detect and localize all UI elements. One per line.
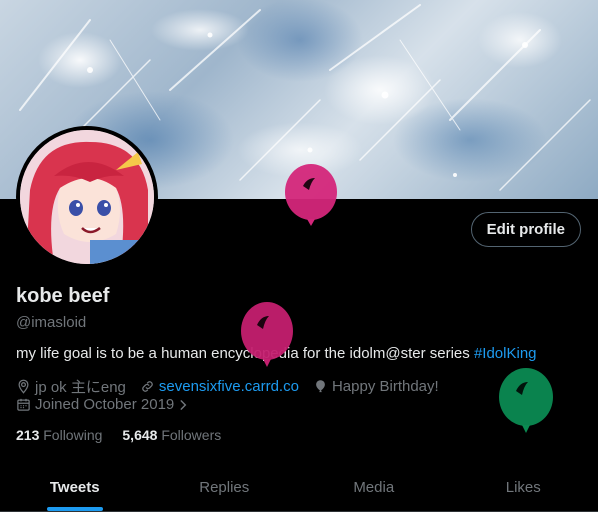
edit-profile-button[interactable]: Edit profile — [471, 212, 581, 247]
balloon-pink-1 — [283, 164, 339, 234]
following-count: 213 — [16, 427, 39, 443]
balloon-icon — [313, 379, 328, 394]
tab-likes-label: Likes — [506, 479, 541, 496]
user-handle: @imasloid — [16, 314, 86, 331]
following-label: Following — [43, 427, 102, 443]
calendar-icon — [16, 397, 31, 412]
display-name: kobe beef — [16, 285, 109, 308]
followers-count: 5,648 — [122, 427, 157, 443]
joined-item[interactable]: Joined October 2019 — [16, 396, 194, 413]
tab-tweets[interactable]: Tweets — [0, 464, 150, 511]
website-item[interactable]: sevensixfive.carrd.co — [140, 378, 299, 395]
tab-replies-label: Replies — [199, 479, 249, 496]
balloon-green — [497, 367, 555, 439]
follow-stats: 213 Following 5,648 Followers — [16, 427, 241, 443]
following-stat[interactable]: 213 Following — [16, 427, 102, 443]
profile-tabs: Tweets Replies Media Likes — [0, 464, 598, 512]
balloon-pink-2 — [239, 301, 295, 371]
bio-hashtag[interactable]: #IdolKing — [474, 345, 537, 362]
profile-meta-row-1: jp ok 主にeng sevensixfive.carrd.co Happy … — [16, 376, 453, 397]
tab-tweets-label: Tweets — [50, 479, 100, 496]
tab-media[interactable]: Media — [299, 464, 449, 511]
profile-avatar[interactable] — [16, 126, 158, 268]
active-tab-indicator — [47, 507, 103, 511]
location-text: jp ok 主にeng — [35, 376, 126, 397]
tab-likes[interactable]: Likes — [449, 464, 598, 511]
tab-media-label: Media — [353, 479, 394, 496]
link-icon — [140, 379, 155, 394]
location-icon — [16, 379, 31, 394]
joined-text: Joined October 2019 — [35, 396, 174, 413]
birthday-item: Happy Birthday! — [313, 378, 439, 395]
followers-label: Followers — [161, 427, 221, 443]
tab-replies[interactable]: Replies — [150, 464, 300, 511]
location-item: jp ok 主にeng — [16, 376, 126, 397]
followers-stat[interactable]: 5,648 Followers — [122, 427, 221, 443]
profile-meta-row-2[interactable]: Joined October 2019 — [16, 396, 208, 413]
avatar-illustration — [20, 130, 154, 264]
website-link[interactable]: sevensixfive.carrd.co — [159, 378, 299, 395]
chevron-right-icon — [176, 398, 190, 412]
birthday-text: Happy Birthday! — [332, 378, 439, 395]
